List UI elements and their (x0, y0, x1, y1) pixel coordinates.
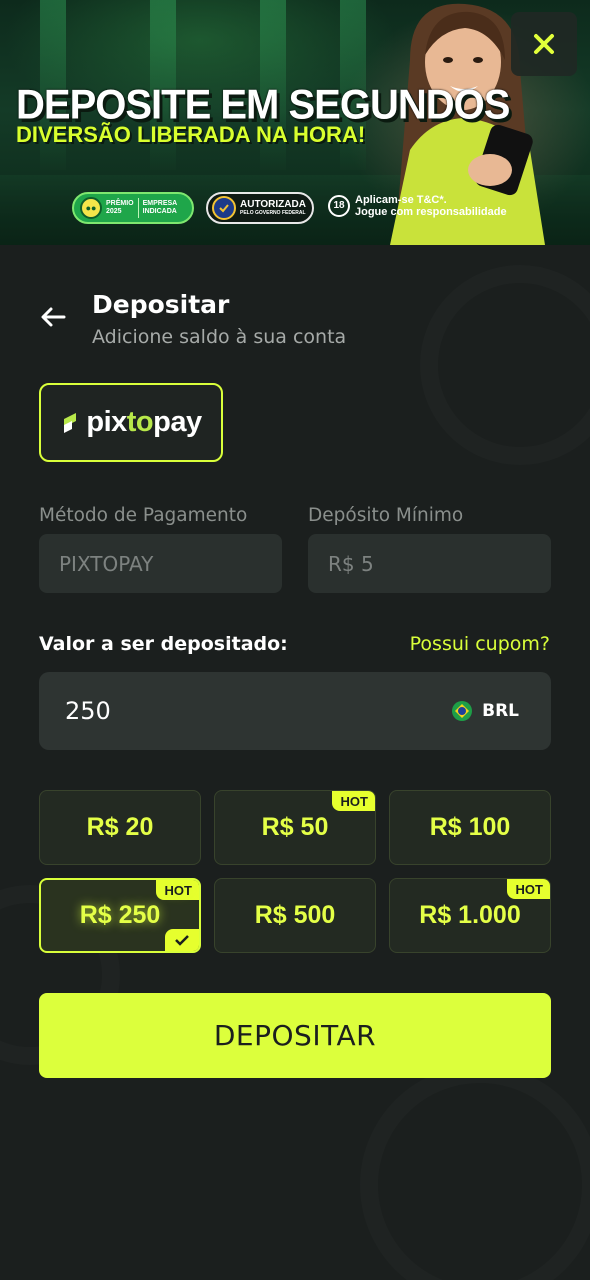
chip-label: R$ 500 (254, 901, 336, 929)
deposit-panel: Depositar Adicione saldo à sua conta pix… (0, 245, 590, 1280)
authorized-sublabel: PELO GOVERNO FEDERAL (240, 210, 306, 216)
pixtopay-logo-icon (64, 412, 77, 433)
mascot-icon: ●● (80, 197, 102, 219)
award-badge: ●● PRÊMIO 2025 EMPRESA INDICADA (72, 192, 194, 224)
background-decor (360, 1065, 590, 1280)
currency-indicator: BRL (452, 701, 519, 721)
quick-amount-100[interactable]: R$ 100 (389, 790, 551, 865)
responsible-gaming-notice: 18 Aplicam-se T&C*. Jogue com responsabi… (328, 194, 507, 218)
page-title: Depositar (92, 290, 230, 319)
amount-input[interactable] (65, 697, 453, 725)
currency-code: BRL (482, 701, 519, 721)
quick-amount-250[interactable]: R$ 250 HOT (39, 878, 201, 953)
award-label: PRÊMIO (106, 200, 134, 207)
award-company: EMPRESA (142, 200, 178, 207)
brazil-flag-icon (452, 701, 473, 721)
quick-amount-500[interactable]: R$ 500 (214, 878, 376, 953)
deposit-button[interactable]: DEPOSITAR (39, 993, 551, 1078)
arrow-left-icon (41, 307, 66, 327)
quick-amount-1000[interactable]: R$ 1.000 HOT (389, 878, 551, 953)
payment-method-label: Método de Pagamento (39, 505, 248, 526)
payment-method-pixtopay[interactable]: pixtopay (39, 383, 223, 462)
hot-badge: HOT (331, 791, 375, 811)
badge-divider (137, 198, 139, 218)
terms-text: Aplicam-se T&C*. (355, 194, 447, 206)
chip-label: R$ 50 (261, 813, 329, 841)
coupon-link[interactable]: Possui cupom? (410, 633, 550, 655)
logo-part-pix: pix (86, 406, 127, 438)
government-seal-icon (212, 196, 236, 220)
promo-banner: DEPOSITE EM SEGUNDOS DIVERSÃO LIBERADA N… (0, 0, 590, 245)
amount-field[interactable]: BRL (39, 672, 551, 750)
award-indicated: INDICADA (142, 208, 177, 215)
chip-label: R$ 1.000 (419, 901, 521, 929)
min-deposit-label: Depósito Mínimo (308, 505, 464, 526)
quick-amount-50[interactable]: R$ 50 HOT (214, 790, 376, 865)
logo-part-to: to (126, 406, 154, 438)
payment-method-field: PIXTOPAY (39, 534, 282, 593)
chip-label: R$ 20 (86, 813, 154, 841)
authorized-label: AUTORIZADA (240, 199, 306, 210)
quick-amount-20[interactable]: R$ 20 (39, 790, 201, 865)
hot-badge: HOT (155, 880, 199, 900)
hot-badge: HOT (506, 879, 550, 899)
banner-subtitle: DIVERSÃO LIBERADA NA HORA! (16, 122, 366, 147)
pixtopay-logo-text: pixtopay (86, 406, 202, 439)
chip-label: R$ 100 (429, 813, 511, 841)
logo-part-pay: pay (153, 406, 202, 438)
chip-label: R$ 250 (79, 901, 161, 929)
close-button[interactable] (511, 12, 577, 76)
award-year: 2025 (106, 208, 122, 215)
age-18-icon: 18 (328, 195, 350, 217)
check-icon (165, 929, 199, 951)
close-icon (534, 34, 554, 54)
responsible-text: Jogue com responsabilidade (355, 206, 507, 218)
back-button[interactable] (36, 300, 70, 334)
banner-title: DEPOSITE EM SEGUNDOS (16, 81, 510, 129)
min-deposit-field: R$ 5 (308, 534, 551, 593)
amount-label: Valor a ser depositado: (39, 633, 288, 655)
background-decor (420, 265, 590, 465)
authorized-badge: AUTORIZADA PELO GOVERNO FEDERAL (206, 192, 314, 224)
page-subtitle: Adicione saldo à sua conta (92, 326, 347, 348)
